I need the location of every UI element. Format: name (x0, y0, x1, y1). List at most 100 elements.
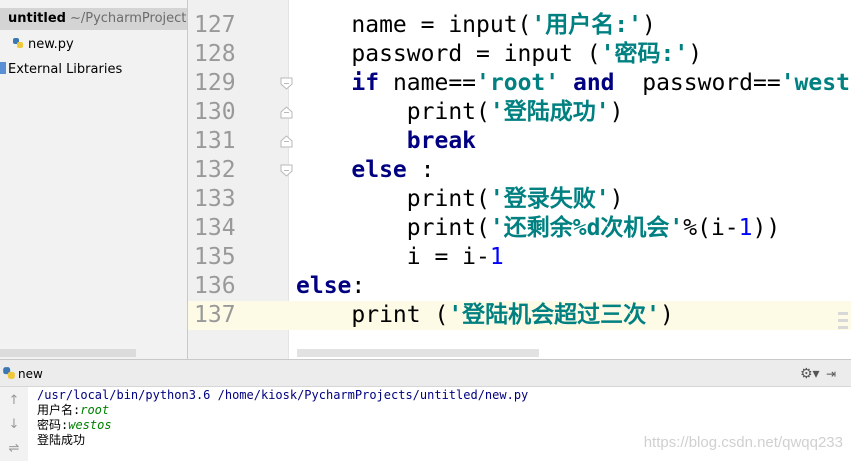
code-token: password== (614, 70, 781, 96)
tree-item-root[interactable]: untitled ~/PycharmProjects (0, 8, 187, 30)
code-text: print('登录失败') (296, 185, 624, 214)
tree-item-new-py[interactable]: new.py (12, 34, 74, 56)
code-token: ) (688, 41, 703, 67)
code-token: if (351, 70, 380, 96)
code-token: print ( (296, 302, 449, 328)
line-number: 129 (194, 70, 236, 96)
code-token: and (572, 70, 615, 96)
arrow-down-icon[interactable]: ↓ (6, 417, 22, 433)
code-line[interactable]: 137 print ('登陆机会超过三次') (188, 301, 851, 330)
line-number: 133 (194, 186, 236, 212)
code-text: name = input('用户名:') (296, 11, 656, 40)
fold-marker-icon[interactable] (280, 77, 293, 90)
console-result: 登陆成功 (37, 433, 86, 447)
scroll-position-marker-icon (838, 312, 848, 329)
run-toolbar: ↑ ↓ ⇌ (0, 387, 29, 461)
code-line[interactable]: 131 break (188, 127, 851, 156)
editor-horizontal-scrollbar[interactable] (297, 349, 539, 357)
code-token: print( (296, 186, 490, 212)
code-text: if name=='root' and password=='west (296, 69, 850, 98)
input-user: root (80, 403, 110, 417)
code-token: '还剩余%d次机会' (489, 215, 684, 241)
hide-panel-icon[interactable]: ⇥ (826, 367, 836, 381)
tree-horizontal-scrollbar[interactable] (0, 349, 136, 357)
code-token: '用户名:' (531, 12, 642, 38)
run-tab-title[interactable]: new (18, 367, 43, 381)
console-line-pass: 密码:westos (37, 418, 112, 433)
code-text: break (296, 127, 476, 156)
python-file-icon (13, 38, 23, 48)
code-line[interactable]: 136 else: (188, 272, 851, 301)
code-token: %(i- (683, 215, 739, 241)
watermark: https://blog.csdn.net/qwqq233 (643, 434, 843, 451)
code-token: print( (296, 99, 490, 125)
line-number: 127 (194, 12, 236, 38)
code-line[interactable]: 128 password = input ('密码:') (188, 40, 851, 69)
tree-item-external-libraries[interactable]: External Libraries (0, 59, 122, 81)
run-panel-header: new ⚙▾ ⇥ (0, 359, 851, 387)
code-token: '登陆成功' (489, 99, 610, 125)
code-token: 'west (780, 70, 850, 96)
code-token: '密码:' (600, 41, 689, 67)
code-token: else (351, 157, 407, 183)
line-number: 136 (194, 273, 236, 299)
gear-icon[interactable]: ⚙▾ (800, 366, 820, 382)
code-token: ) (609, 99, 624, 125)
console-command: /usr/local/bin/python3.6 /home/kiosk/Pyc… (37, 388, 529, 402)
root-path: ~/PycharmProjects (69, 11, 188, 26)
root-name: untitled (8, 11, 66, 26)
code-line[interactable]: 133 print('登录失败') (188, 185, 851, 214)
line-number: 130 (194, 99, 236, 125)
line-number: 131 (194, 128, 236, 154)
code-token: ) (660, 302, 674, 328)
prompt-user: 用户名: (37, 403, 81, 417)
code-token: else (296, 273, 352, 299)
code-token: 'root' (476, 70, 560, 96)
arrow-up-icon[interactable]: ↑ (6, 393, 22, 409)
code-token: : (351, 273, 366, 299)
fold-marker-icon[interactable] (280, 106, 293, 119)
code-text: password = input ('密码:') (296, 40, 702, 69)
line-number: 128 (194, 41, 236, 67)
code-token: 1 (489, 244, 504, 270)
code-token: name== (379, 70, 477, 96)
code-token: i = i- (296, 244, 490, 270)
line-number: 132 (194, 157, 236, 183)
code-line[interactable]: 132 else : (188, 156, 851, 185)
code-token: ) (641, 12, 656, 38)
code-line[interactable]: 134 print('还剩余%d次机会'%(i-1)) (188, 214, 851, 243)
code-token: ) (609, 186, 624, 212)
external-libraries-label: External Libraries (8, 62, 123, 77)
code-editor[interactable]: 127 name = input('用户名:') 128 password = i… (188, 0, 851, 359)
pycharm-window: untitled ~/PycharmProjects new.py Externa… (0, 0, 851, 461)
fold-marker-icon[interactable] (280, 164, 293, 177)
code-token: '登陆机会超过三次' (448, 302, 661, 328)
code-line[interactable]: 127 name = input('用户名:') (188, 11, 851, 40)
fold-marker-icon[interactable] (280, 135, 293, 148)
input-pass: westos (68, 418, 112, 432)
code-line[interactable]: 130 print('登陆成功') (188, 98, 851, 127)
code-token: print( (296, 215, 490, 241)
code-text: i = i-1 (296, 243, 504, 272)
code-text: print('登陆成功') (296, 98, 624, 127)
code-line[interactable]: 129 if name=='root' and password=='west (188, 69, 851, 98)
code-token: '登录失败' (489, 186, 610, 212)
code-token: password = input ( (296, 41, 601, 67)
code-line[interactable]: 135 i = i-1 (188, 243, 851, 272)
code-token: )) (752, 215, 781, 241)
library-icon (0, 62, 6, 74)
prompt-pass: 密码: (37, 418, 69, 432)
code-token: name = input( (296, 12, 532, 38)
console-line-user: 用户名:root (37, 403, 109, 418)
code-text: print('还剩余%d次机会'%(i-1)) (296, 214, 780, 243)
code-text: else : (296, 156, 434, 185)
code-token: break (406, 128, 477, 154)
run-console[interactable]: /usr/local/bin/python3.6 /home/kiosk/Pyc… (28, 387, 851, 461)
line-number: 135 (194, 244, 236, 270)
code-token: 1 (738, 215, 753, 241)
soft-wrap-icon[interactable]: ⇌ (6, 441, 22, 457)
file-name: new.py (28, 37, 74, 52)
